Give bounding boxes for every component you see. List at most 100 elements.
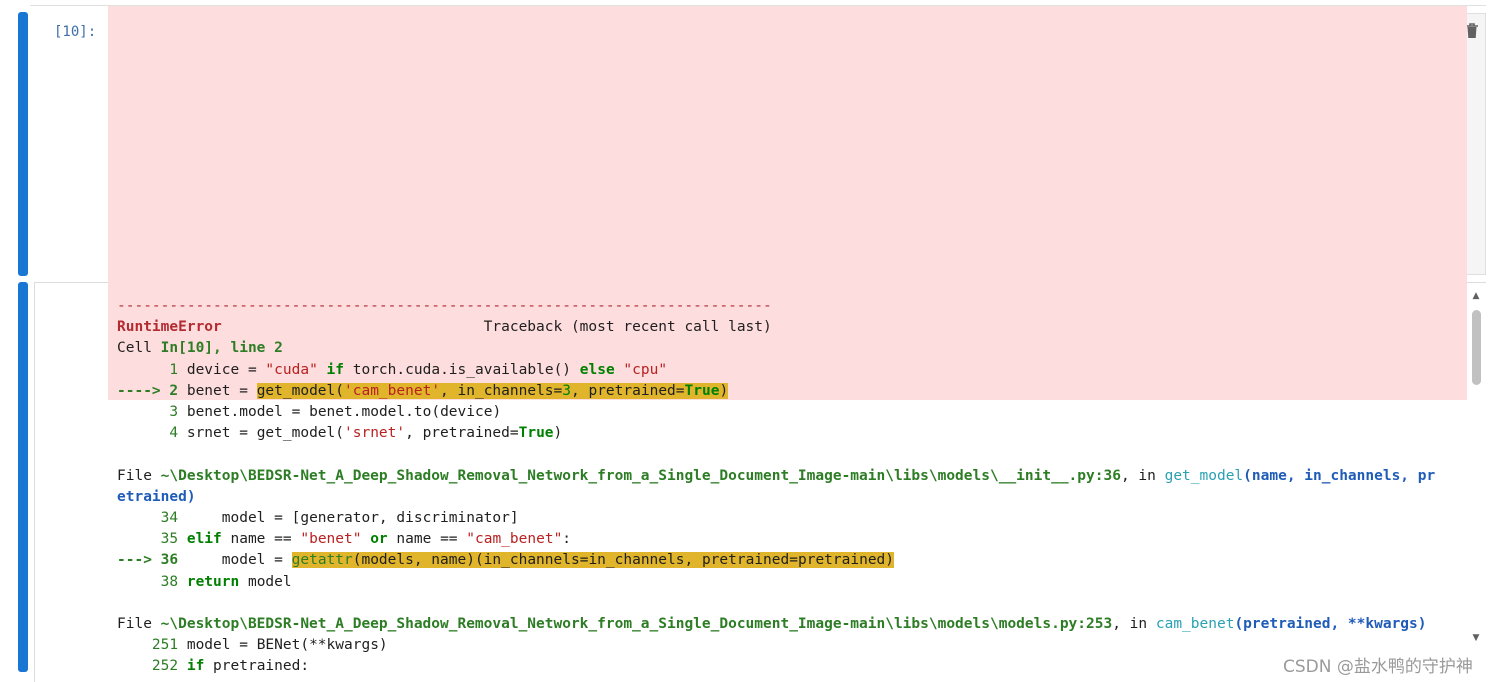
code-token: get_model — [1164, 467, 1244, 484]
code-token: = — [247, 361, 257, 378]
code-token: = — [509, 425, 519, 442]
traceback-line: Cell In[10], line 2 — [117, 338, 283, 359]
traceback-line: RuntimeError Traceback (most recent call… — [117, 317, 772, 338]
traceback-line: File ~\Desktop\BEDSR-Net_A_Deep_Shadow_R… — [117, 614, 1427, 635]
code-token: benet — [186, 404, 231, 420]
code-token: if — [326, 361, 345, 378]
code-token: 3 — [562, 382, 572, 399]
code-token: ** — [309, 637, 327, 654]
code-token: BENet( — [247, 637, 310, 654]
code-token: , in_channels — [440, 382, 554, 399]
code-token: = — [553, 382, 563, 399]
code-token: 38 — [117, 573, 187, 590]
code-token: () — [553, 361, 580, 378]
code-token: , pretrained — [571, 382, 676, 399]
output-selection-bar — [18, 282, 28, 672]
code-token: = — [675, 382, 685, 399]
code-token: in_channels, pretrained — [588, 552, 790, 569]
traceback-line: ----> 2 benet = get_model('cam_benet', i… — [117, 381, 729, 402]
code-token: torch — [344, 361, 397, 378]
traceback-line: 252 if pretrained: — [117, 656, 309, 677]
code-token: benet — [186, 382, 240, 399]
code-token: = — [239, 637, 248, 654]
code-token: . — [396, 361, 406, 378]
code-token: 34 — [117, 510, 187, 526]
code-token: (name, in_channels, pr — [1243, 467, 1436, 484]
code-token: ----------------------------------------… — [117, 298, 772, 314]
code-token: ~\Desktop\BEDSR-Net_A_Deep_Shadow_Remova… — [160, 616, 1113, 632]
code-token: Traceback (most recent call last) — [221, 319, 772, 336]
code-token: In[10], line 2 — [160, 340, 283, 357]
code-token: "cpu" — [623, 361, 668, 378]
code-token: model — [239, 404, 292, 420]
scrollbar-thumb[interactable] — [1472, 310, 1481, 385]
code-token: True — [518, 425, 554, 442]
code-token: = — [239, 382, 248, 399]
code-token: , in — [1120, 467, 1165, 484]
code-token: = — [789, 552, 798, 569]
code-token: (models, name)(in_channels — [352, 552, 580, 569]
code-token: model — [186, 637, 240, 654]
code-token: = — [274, 510, 283, 526]
traceback-line: 3 benet.model = benet.model.to(device) — [117, 402, 501, 423]
code-token: : — [562, 531, 572, 548]
execution-count-prompt: [10]: — [54, 24, 97, 40]
code-token: ----> 2 — [117, 382, 187, 399]
code-token: 'srnet' — [344, 425, 406, 442]
code-token: return — [186, 573, 240, 590]
code-token: 35 — [117, 531, 187, 548]
code-token: == — [274, 531, 292, 548]
code-token: cuda — [405, 361, 441, 378]
code-token: , pretrained — [405, 425, 510, 442]
code-token: File — [117, 616, 161, 632]
code-token: (pretrained, **kwargs) — [1234, 616, 1427, 632]
code-token: 1 — [117, 361, 187, 378]
code-token: ) — [553, 425, 563, 442]
traceback-line: File ~\Desktop\BEDSR-Net_A_Deep_Shadow_R… — [117, 466, 1435, 487]
code-token: to(device) — [413, 404, 502, 420]
code-token: get_model( — [256, 382, 345, 399]
code-token: [generator, discriminator] — [282, 510, 519, 526]
traceback-line: 251 model = BENet(**kwargs) — [117, 635, 388, 656]
code-token: srnet — [186, 425, 240, 442]
traceback-line: 4 srnet = get_model('srnet', pretrained=… — [117, 423, 562, 444]
code-token: True — [684, 382, 720, 399]
code-token: name — [387, 531, 441, 548]
code-token: ~\Desktop\BEDSR-Net_A_Deep_Shadow_Remova… — [160, 467, 1121, 484]
traceback-line: ----------------------------------------… — [117, 296, 772, 317]
code-token: else — [579, 361, 615, 378]
code-token: . — [230, 404, 240, 420]
code-token: pretrained) — [797, 552, 895, 569]
code-token: etrained) — [117, 488, 196, 505]
traceback-line: etrained) — [117, 487, 196, 508]
traceback-line: 35 elif name == "benet" or name == "cam_… — [117, 529, 571, 550]
code-token: is_available — [448, 361, 554, 378]
code-token: 'cam_benet' — [344, 382, 441, 399]
code-token: device — [186, 361, 248, 378]
code-token: 252 — [117, 658, 187, 675]
code-token: RuntimeError — [117, 319, 222, 336]
scroll-down-arrow-icon[interactable]: ▼ — [1470, 633, 1482, 643]
code-token: = — [274, 552, 283, 569]
traceback-line: ---> 36 model = getattr(models, name)(in… — [117, 550, 895, 571]
code-token: model — [186, 510, 275, 526]
code-token: . — [440, 361, 449, 378]
code-token: ) — [719, 382, 729, 399]
code-token: model — [186, 552, 275, 569]
code-token: Cell — [117, 340, 161, 357]
code-token: kwargs) — [326, 637, 388, 654]
code-token: cam_benet — [1155, 616, 1235, 632]
scroll-up-arrow-icon[interactable]: ▲ — [1470, 291, 1482, 301]
code-token: == — [440, 531, 458, 548]
code-token: or — [370, 531, 388, 548]
code-token: getattr — [291, 552, 353, 569]
code-token: "benet" — [300, 531, 362, 548]
code-token: "cam_benet" — [466, 531, 563, 548]
code-token: get_model( — [247, 425, 344, 442]
code-token: , in — [1112, 616, 1156, 632]
